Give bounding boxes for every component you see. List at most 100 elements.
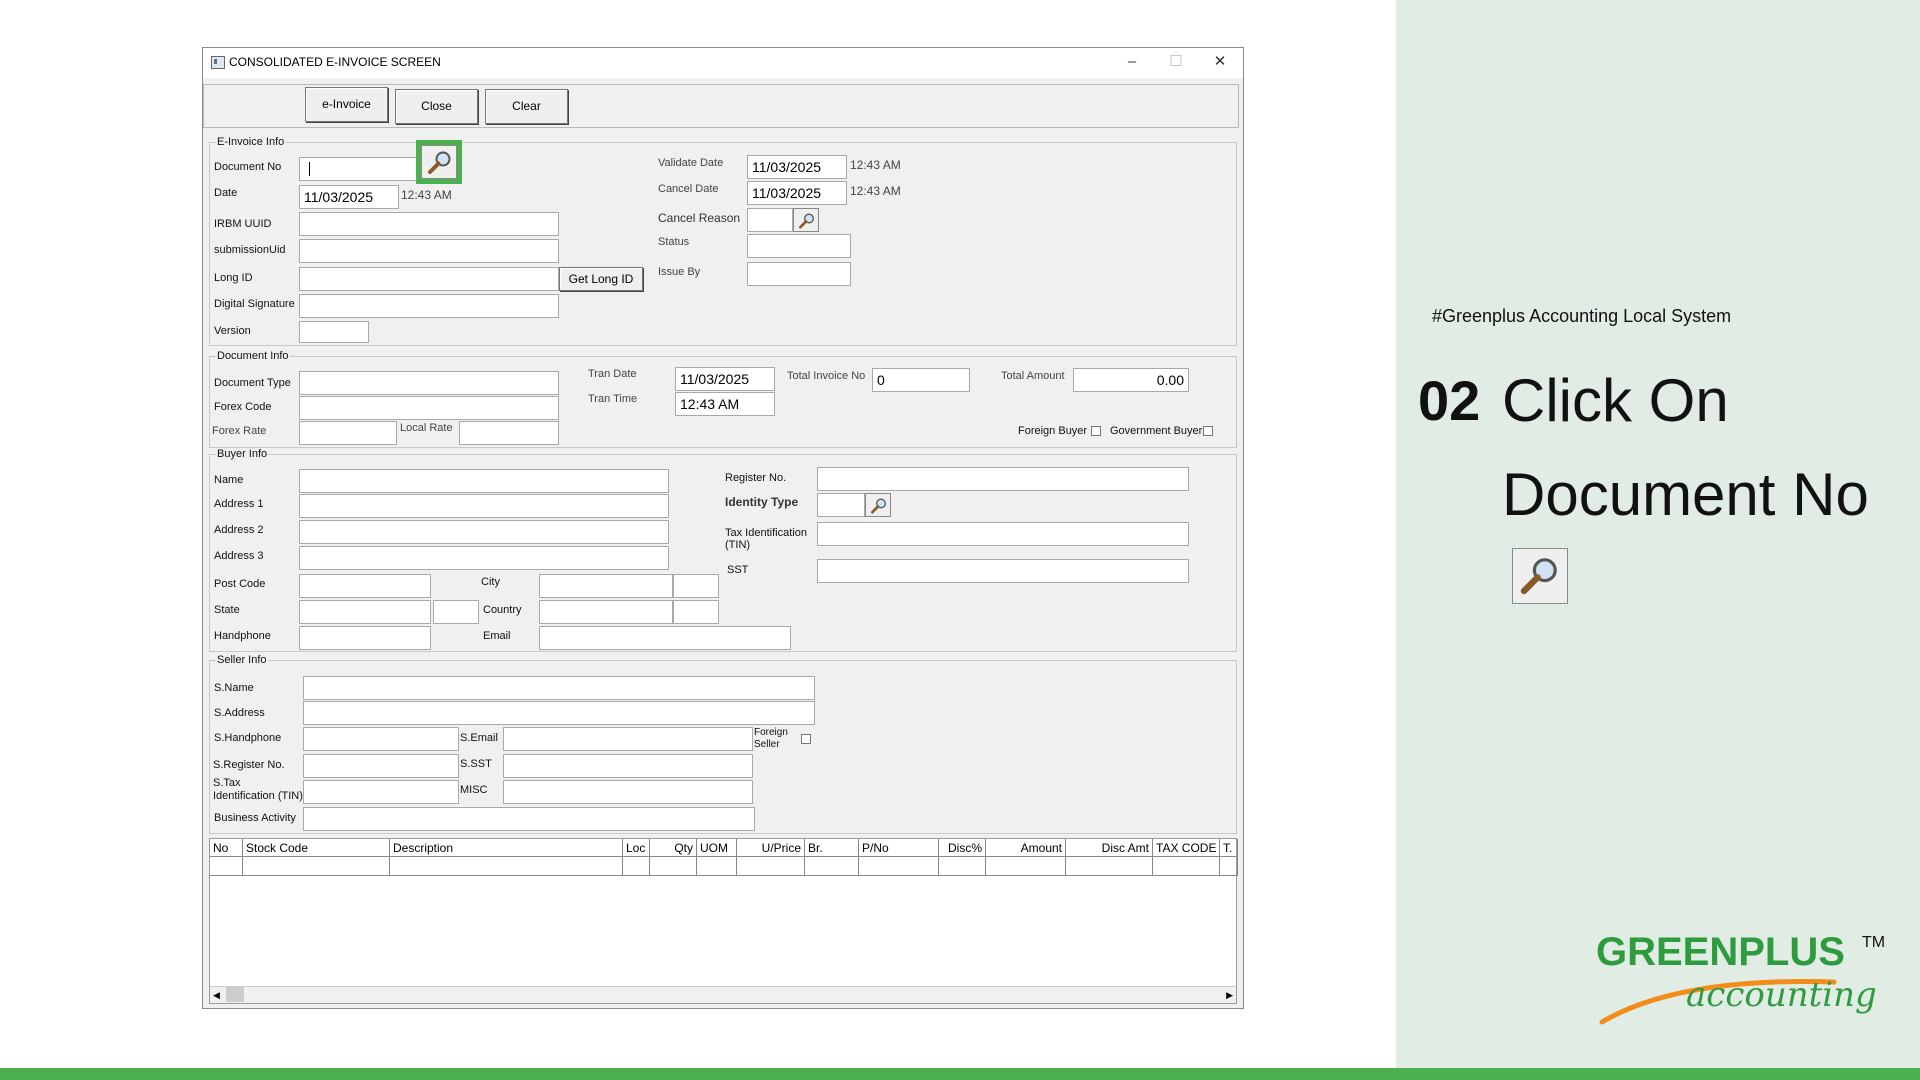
tran-date-field[interactable]: 11/03/2025 — [675, 367, 775, 391]
col-header-no[interactable]: No — [210, 839, 243, 857]
maximize-button[interactable]: ☐ — [1161, 52, 1191, 72]
horizontal-scrollbar[interactable]: ◀ ▶ — [210, 986, 1236, 1003]
grid-cell[interactable] — [390, 857, 623, 876]
document-no-field[interactable] — [299, 157, 419, 181]
scroll-right-arrow-icon[interactable]: ▶ — [1226, 990, 1233, 1001]
clear-button[interactable]: Clear — [485, 89, 568, 124]
seller-handphone-field[interactable] — [303, 727, 459, 751]
einvoice-button[interactable]: e-Invoice — [305, 87, 388, 122]
submission-uid-field[interactable] — [299, 239, 559, 263]
identity-type-field[interactable] — [817, 493, 865, 517]
issue-by-label: Issue By — [658, 266, 701, 278]
scroll-thumb[interactable] — [226, 987, 244, 1002]
forex-rate-field[interactable] — [299, 421, 397, 445]
grid-cell[interactable] — [805, 857, 859, 876]
grid-cell[interactable] — [1153, 857, 1220, 876]
post-code-label: Post Code — [214, 578, 266, 590]
grid-cell[interactable] — [939, 857, 986, 876]
grid-cell[interactable] — [623, 857, 650, 876]
state-code-field[interactable] — [433, 600, 479, 624]
search-icon-illustration — [1512, 548, 1568, 604]
government-buyer-checkbox[interactable] — [1203, 426, 1213, 436]
col-header-loc[interactable]: Loc — [623, 839, 650, 857]
local-rate-field[interactable] — [459, 421, 559, 445]
buyer-name-field[interactable] — [299, 469, 669, 493]
minimize-button[interactable]: – — [1117, 52, 1147, 72]
status-field[interactable] — [747, 234, 851, 258]
country-field[interactable] — [539, 600, 673, 624]
foreign-buyer-checkbox[interactable] — [1091, 426, 1101, 436]
close-window-button[interactable]: ✕ — [1205, 52, 1235, 72]
seller-tin-field[interactable] — [303, 780, 459, 804]
grid-cell[interactable] — [859, 857, 939, 876]
grid-cell[interactable] — [697, 857, 737, 876]
cancel-date-label: Cancel Date — [658, 183, 719, 195]
seller-tin-label-line1: S.Tax — [213, 777, 241, 789]
cancel-date-field[interactable]: 11/03/2025 — [747, 181, 847, 205]
business-activity-field[interactable] — [303, 807, 755, 831]
col-header-stock-code[interactable]: Stock Code — [243, 839, 390, 857]
seller-sst-field[interactable] — [503, 754, 753, 778]
col-header-pno[interactable]: P/No — [859, 839, 939, 857]
tran-time-label: Tran Time — [588, 393, 638, 405]
get-long-id-button[interactable]: Get Long ID — [559, 267, 643, 291]
foreign-seller-checkbox[interactable] — [801, 734, 811, 744]
sst-field[interactable] — [817, 559, 1189, 583]
total-amount-field[interactable]: 0.00 — [1073, 368, 1189, 392]
col-header-disc-amt[interactable]: Disc Amt — [1066, 839, 1153, 857]
grid-cell[interactable] — [1220, 857, 1238, 876]
grid-cell[interactable] — [737, 857, 805, 876]
address2-field[interactable] — [299, 520, 669, 544]
validate-date-field[interactable]: 11/03/2025 — [747, 155, 847, 179]
total-invoice-no-field[interactable]: 0 — [872, 368, 970, 392]
forex-code-field[interactable] — [299, 396, 559, 420]
grid-cell[interactable] — [986, 857, 1066, 876]
city-field[interactable] — [539, 574, 673, 598]
cancel-reason-search-button[interactable] — [793, 208, 819, 232]
col-header-br[interactable]: Br. — [805, 839, 859, 857]
version-field[interactable] — [299, 321, 369, 343]
seller-email-field[interactable] — [503, 727, 753, 751]
city-code-field[interactable] — [673, 574, 719, 598]
state-field[interactable] — [299, 600, 431, 624]
digital-signature-field[interactable] — [299, 294, 559, 318]
tran-time-field[interactable]: 12:43 AM — [675, 392, 775, 416]
col-header-amount[interactable]: Amount — [986, 839, 1066, 857]
close-button[interactable]: Close — [395, 89, 478, 124]
identity-type-search-button[interactable] — [865, 493, 891, 517]
cancel-reason-label: Cancel Reason — [658, 211, 741, 225]
date-field[interactable]: 11/03/2025 — [299, 185, 399, 209]
grid-cell[interactable] — [243, 857, 390, 876]
grid-cell[interactable] — [650, 857, 697, 876]
irbm-uuid-field[interactable] — [299, 212, 559, 236]
col-header-description[interactable]: Description — [390, 839, 623, 857]
tin-field[interactable] — [817, 522, 1189, 546]
col-header-qty[interactable]: Qty — [650, 839, 697, 857]
address3-field[interactable] — [299, 546, 669, 570]
country-code-field[interactable] — [673, 600, 719, 624]
col-header-uom[interactable]: UOM — [697, 839, 737, 857]
document-type-field[interactable] — [299, 371, 559, 395]
address1-field[interactable] — [299, 494, 669, 518]
document-no-search-button[interactable] — [421, 145, 457, 179]
col-header-disc-pct[interactable]: Disc% — [939, 839, 986, 857]
email-field[interactable] — [539, 626, 791, 650]
seller-address-field[interactable] — [303, 701, 815, 725]
seller-register-no-field[interactable] — [303, 754, 459, 778]
status-label: Status — [658, 236, 690, 248]
col-header-uprice[interactable]: U/Price — [737, 839, 805, 857]
register-no-field[interactable] — [817, 467, 1189, 491]
grid-cell[interactable] — [210, 857, 243, 876]
seller-name-field[interactable] — [303, 676, 815, 700]
cancel-reason-field[interactable] — [747, 208, 793, 232]
scroll-left-arrow-icon[interactable]: ◀ — [213, 990, 220, 1001]
items-grid[interactable]: No Stock Code Description Loc Qty UOM U/… — [209, 838, 1238, 1004]
post-code-field[interactable] — [299, 574, 431, 598]
handphone-field[interactable] — [299, 626, 431, 650]
col-header-t[interactable]: T. — [1220, 839, 1238, 857]
grid-cell[interactable] — [1066, 857, 1153, 876]
seller-misc-field[interactable] — [503, 780, 753, 804]
long-id-field[interactable] — [299, 267, 559, 291]
issue-by-field[interactable] — [747, 262, 851, 286]
col-header-tax-code[interactable]: TAX CODE — [1153, 839, 1220, 857]
